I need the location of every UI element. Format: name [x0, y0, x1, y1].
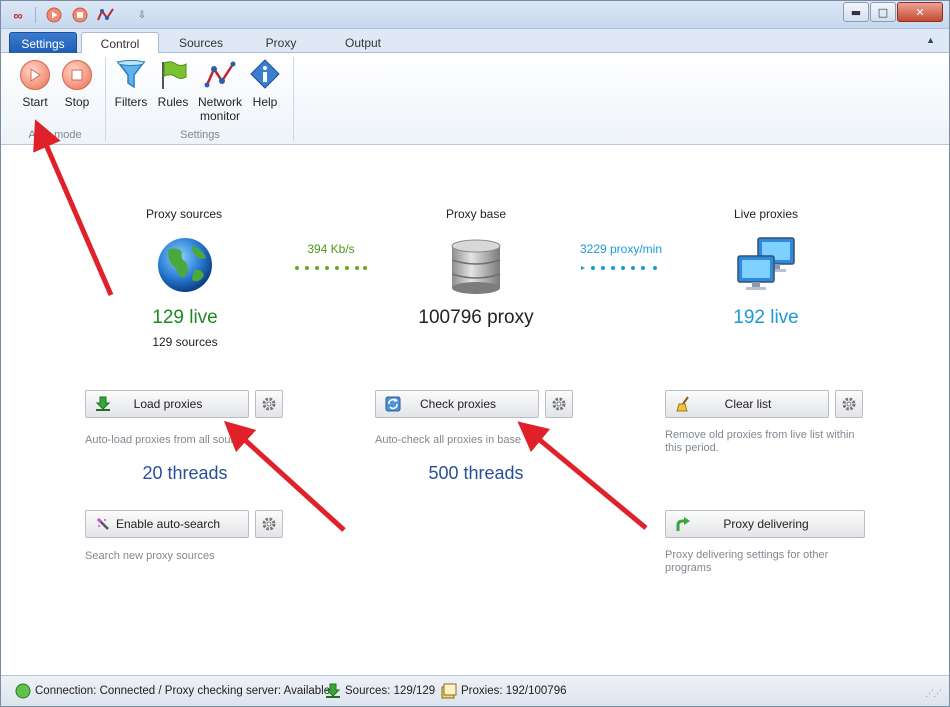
check-settings-button[interactable] [545, 390, 573, 418]
clear-settings-button[interactable] [835, 390, 863, 418]
load-threads-link[interactable]: 20 threads [85, 463, 285, 484]
list-icon [441, 683, 457, 699]
close-button[interactable]: ✕ [897, 2, 943, 22]
network-monitor-label: Network monitor [197, 95, 242, 123]
tab-control[interactable]: Control [81, 32, 159, 54]
start-label: Start [22, 95, 48, 109]
group-separator [105, 57, 106, 141]
filters-button[interactable]: Filters [109, 59, 153, 109]
help-label: Help [252, 95, 278, 109]
control-panel: Proxy sources 129 live 129 sources 394 K… [1, 146, 949, 674]
gear-icon [262, 397, 276, 411]
filters-label: Filters [114, 95, 148, 109]
download-icon [92, 393, 114, 415]
proxies-status: Proxies: 192/100796 [441, 683, 567, 699]
flow-dots [581, 266, 657, 270]
base-proxy-count: 100796 proxy [418, 307, 534, 328]
collapse-ribbon-icon[interactable]: ▲ [926, 35, 935, 45]
ribbon: Start Stop Auto mode Filters Rules Netwo… [1, 53, 949, 145]
proxy-delivering-label: Proxy delivering [723, 517, 809, 531]
check-proxies-description: Auto-check all proxies in base [375, 434, 522, 446]
globe-icon [156, 236, 214, 294]
sources-count: 129 sources [152, 335, 218, 349]
check-proxies-label: Check proxies [419, 397, 497, 411]
gear-icon [842, 397, 856, 411]
broom-icon [672, 393, 694, 415]
start-icon[interactable] [45, 7, 63, 23]
tab-proxy[interactable]: Proxy [247, 32, 315, 54]
group-label-auto-mode: Auto mode [28, 129, 82, 141]
gear-icon [552, 397, 566, 411]
proxy-sources-title: Proxy sources [145, 207, 223, 221]
proxy-delivering-description: Proxy delivering settings for other prog… [665, 549, 829, 574]
load-proxies-button[interactable]: Load proxies [85, 390, 249, 418]
stop-label: Stop [64, 95, 90, 109]
network-monitor-button[interactable]: Network monitor [195, 59, 245, 123]
download-icon [325, 683, 341, 699]
auto-search-description: Search new proxy sources [85, 550, 215, 562]
magic-wand-icon [92, 513, 114, 535]
database-icon [449, 238, 503, 296]
ribbon-tab-bar: Settings Control Sources Proxy Output ▲ [1, 29, 949, 54]
toolbar-separator [35, 7, 36, 23]
live-proxy-count: 192 live [733, 307, 799, 328]
flow-dots [295, 266, 367, 270]
funnel-icon [115, 59, 147, 91]
help-button[interactable]: Help [243, 59, 287, 109]
proxy-base-title: Proxy base [445, 207, 507, 221]
tab-sources[interactable]: Sources [165, 32, 237, 54]
pin-icon[interactable]: ⇩ [133, 7, 151, 23]
computers-icon [736, 236, 798, 294]
start-button[interactable]: Start [13, 59, 57, 109]
gear-icon [262, 517, 276, 531]
load-settings-button[interactable] [255, 390, 283, 418]
refresh-icon [382, 393, 404, 415]
network-icon [204, 59, 236, 91]
connection-status-text: Connection: Connected / Proxy checking s… [35, 685, 331, 697]
sources-status-text: Sources: 129/129 [345, 685, 436, 697]
enable-auto-search-label: Enable auto-search [115, 517, 221, 531]
maximize-button[interactable]: □ [870, 2, 896, 22]
stop-icon[interactable] [71, 7, 89, 23]
forward-arrow-icon [672, 513, 694, 535]
clear-list-label: Clear list [724, 397, 772, 411]
load-proxies-label: Load proxies [133, 397, 203, 411]
check-proxies-button[interactable]: Check proxies [375, 390, 539, 418]
play-icon [20, 60, 50, 90]
infinity-icon: ∞ [13, 7, 23, 23]
search-settings-button[interactable] [255, 510, 283, 538]
stop-button[interactable]: Stop [55, 59, 99, 109]
check-rate: 3229 proxy/min [579, 242, 663, 256]
live-proxies-title: Live proxies [733, 207, 799, 221]
minimize-button[interactable]: ▬ [843, 2, 869, 22]
rules-label: Rules [157, 95, 189, 109]
proxies-status-text: Proxies: 192/100796 [461, 685, 567, 697]
info-icon [249, 59, 281, 91]
check-threads-link[interactable]: 500 threads [376, 463, 576, 484]
app-window: ∞ ⇩ ▬ □ ✕ Settings Control Sources Proxy… [0, 0, 950, 707]
status-dot-icon [15, 683, 31, 699]
group-separator [293, 57, 294, 141]
sources-live-count: 129 live [152, 307, 218, 328]
group-label-settings: Settings [180, 129, 220, 141]
load-proxies-description: Auto-load proxies from all sources [85, 434, 245, 446]
sources-status: Sources: 129/129 [325, 683, 435, 699]
tab-output[interactable]: Output [327, 32, 399, 54]
clear-list-button[interactable]: Clear list [665, 390, 829, 418]
flag-icon [157, 59, 189, 91]
enable-auto-search-button[interactable]: Enable auto-search [85, 510, 249, 538]
title-bar: ∞ ⇩ ▬ □ ✕ [1, 1, 949, 29]
connection-status: Connection: Connected / Proxy checking s… [15, 683, 330, 699]
status-bar: Connection: Connected / Proxy checking s… [1, 675, 949, 706]
stop-icon [62, 60, 92, 90]
download-rate: 394 Kb/s [307, 242, 355, 256]
resize-grip-icon[interactable]: ⋰⋰ [925, 688, 942, 699]
clear-list-description: Remove old proxies from live list within… [665, 429, 855, 454]
rules-button[interactable]: Rules [151, 59, 195, 109]
tab-settings[interactable]: Settings [9, 32, 77, 54]
proxy-delivering-button[interactable]: Proxy delivering [665, 510, 865, 538]
network-icon[interactable] [97, 7, 115, 23]
